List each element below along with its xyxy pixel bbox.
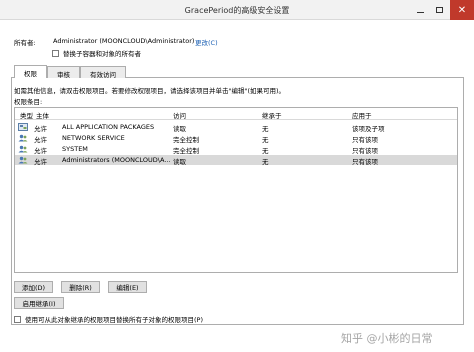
tab-strip: 权限 审核 有效访问 — [14, 65, 126, 79]
users-icon — [18, 156, 28, 164]
table-row[interactable]: 允许 Administrators (MOONCLOUD\A... 读取 无 只… — [15, 155, 457, 166]
watermark: 知乎 @小彬的日常 — [341, 332, 433, 345]
info-text: 如需其他信息，请双击权限项目。若要修改权限项目，请选择该项目并单击"编辑"(如果… — [14, 87, 286, 95]
row-type: 允许 — [34, 125, 47, 133]
owner-label: 所有者: — [14, 39, 36, 47]
replace-owner-checkbox[interactable] — [52, 49, 59, 57]
row-access: 完全控制 — [173, 136, 199, 144]
row-type: 允许 — [34, 136, 47, 144]
row-principal: SYSTEM — [62, 145, 88, 153]
maximize-button[interactable] — [430, 0, 448, 20]
tab-permissions[interactable]: 权限 — [14, 65, 47, 78]
title-bar: GracePeriod的高级安全设置 ✕ — [0, 0, 474, 20]
row-applies-to: 只有该项 — [352, 147, 378, 155]
permission-entries-list[interactable]: 类型 主体 访问 继承于 应用于 允许 ALL APPLICATION PACK… — [14, 107, 458, 273]
list-header: 类型 主体 访问 继承于 应用于 — [15, 108, 457, 120]
column-principal[interactable]: 主体 — [36, 110, 49, 120]
users-icon — [18, 145, 28, 153]
row-principal: Administrators (MOONCLOUD\A... — [62, 156, 171, 164]
row-access: 读取 — [173, 158, 186, 166]
replace-owner-label: 替换子容器和对象的所有者 — [63, 50, 141, 58]
row-principal: NETWORK SERVICE — [62, 134, 125, 142]
close-button[interactable]: ✕ — [450, 0, 474, 20]
row-access: 完全控制 — [173, 147, 199, 155]
enable-inheritance-button[interactable]: 启用继承(I) — [14, 297, 64, 309]
users-icon — [18, 134, 28, 142]
add-button[interactable]: 添加(D) — [14, 281, 53, 293]
row-applies-to: 只有该项 — [352, 158, 378, 166]
replace-child-permissions-option[interactable]: 使用可从此对象继承的权限项目替换所有子对象的权限项目(P) — [14, 314, 203, 324]
tab-auditing[interactable]: 审核 — [47, 66, 80, 79]
close-icon: ✕ — [457, 4, 467, 16]
minimize-icon — [416, 11, 424, 13]
app-packages-icon — [18, 123, 28, 131]
row-applies-to: 该项及子项 — [352, 125, 385, 133]
column-inherited-from[interactable]: 继承于 — [262, 110, 282, 120]
table-row[interactable]: 允许 SYSTEM 完全控制 无 只有该项 — [15, 144, 457, 155]
row-inherited: 无 — [262, 125, 269, 133]
window-title: GracePeriod的高级安全设置 — [184, 6, 290, 15]
tab-effective-access[interactable]: 有效访问 — [80, 66, 126, 79]
permission-entries-title: 权限条目: — [14, 98, 43, 106]
row-inherited: 无 — [262, 147, 269, 155]
row-applies-to: 只有该项 — [352, 136, 378, 144]
replace-child-permissions-checkbox[interactable] — [14, 315, 21, 323]
replace-owner-option[interactable]: 替换子容器和对象的所有者 — [52, 48, 141, 58]
table-row[interactable]: 允许 ALL APPLICATION PACKAGES 读取 无 该项及子项 — [15, 122, 457, 133]
row-access: 读取 — [173, 125, 186, 133]
edit-button[interactable]: 编辑(E) — [108, 281, 147, 293]
row-type: 允许 — [34, 158, 47, 166]
column-type[interactable]: 类型 — [20, 110, 33, 120]
replace-child-permissions-label: 使用可从此对象继承的权限项目替换所有子对象的权限项目(P) — [25, 316, 203, 324]
owner-value: Administrator (MOONCLOUD\Administrator) — [53, 37, 195, 45]
change-owner-link[interactable]: 更改(C) — [195, 37, 218, 47]
column-access[interactable]: 访问 — [173, 110, 186, 120]
row-inherited: 无 — [262, 136, 269, 144]
table-row[interactable]: 允许 NETWORK SERVICE 完全控制 无 只有该项 — [15, 133, 457, 144]
minimize-button[interactable] — [410, 0, 430, 20]
maximize-icon — [435, 7, 443, 13]
row-principal: ALL APPLICATION PACKAGES — [62, 123, 155, 131]
row-type: 允许 — [34, 147, 47, 155]
remove-button[interactable]: 删除(R) — [61, 281, 100, 293]
column-applies-to[interactable]: 应用于 — [352, 110, 372, 120]
row-inherited: 无 — [262, 158, 269, 166]
